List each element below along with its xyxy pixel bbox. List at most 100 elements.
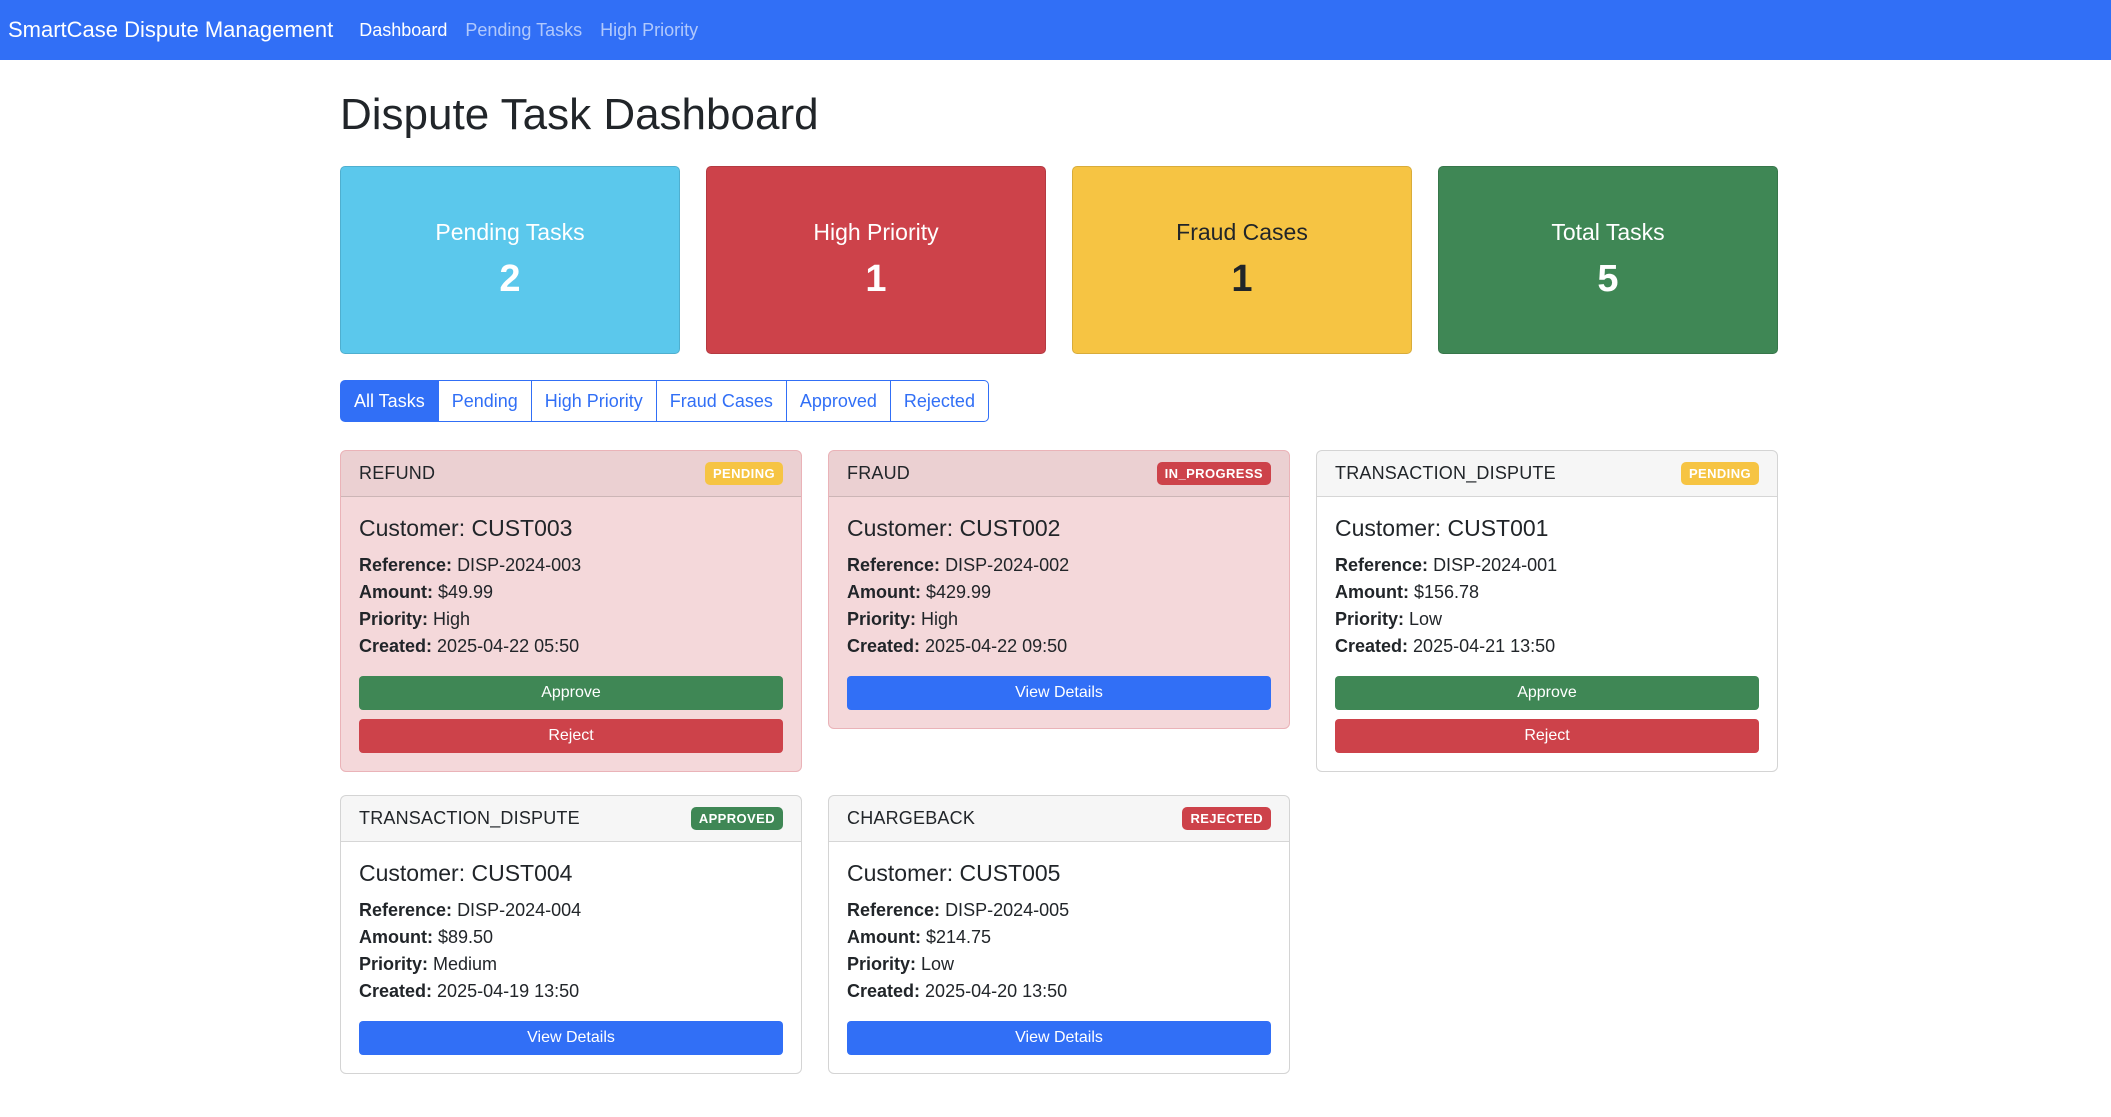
amount-field: Amount: $156.78 bbox=[1335, 579, 1759, 606]
customer-id: CUST003 bbox=[471, 515, 573, 541]
reference-field: Reference: DISP-2024-005 bbox=[847, 897, 1271, 924]
priority-label: Priority: bbox=[1335, 609, 1405, 629]
reference-field: Reference: DISP-2024-004 bbox=[359, 897, 783, 924]
task-type: TRANSACTION_DISPUTE bbox=[359, 808, 580, 828]
reference-value: DISP-2024-001 bbox=[1433, 555, 1558, 575]
filter-all-tasks[interactable]: All Tasks bbox=[340, 380, 439, 422]
priority-field: Priority: High bbox=[359, 606, 783, 633]
task-card-header: CHARGEBACK REJECTED bbox=[829, 796, 1289, 842]
reference-value: DISP-2024-005 bbox=[945, 900, 1070, 920]
amount-field: Amount: $49.99 bbox=[359, 579, 783, 606]
stat-card-fraud: Fraud Cases 1 bbox=[1072, 166, 1412, 354]
approve-button[interactable]: Approve bbox=[359, 676, 783, 710]
customer-id: CUST005 bbox=[959, 860, 1061, 886]
reference-label: Reference: bbox=[847, 555, 941, 575]
created-field: Created: 2025-04-21 13:50 bbox=[1335, 633, 1759, 660]
amount-field: Amount: $89.50 bbox=[359, 924, 783, 951]
customer-id: CUST004 bbox=[471, 860, 573, 886]
task-actions: View Details bbox=[847, 1021, 1271, 1055]
priority-field: Priority: High bbox=[847, 606, 1271, 633]
task-card: TRANSACTION_DISPUTE APPROVED Customer: C… bbox=[340, 795, 802, 1074]
stat-label: Total Tasks bbox=[1551, 219, 1665, 245]
stat-card-pending: Pending Tasks 2 bbox=[340, 166, 680, 354]
amount-label: Amount: bbox=[359, 927, 433, 947]
reference-label: Reference: bbox=[359, 555, 453, 575]
task-type: FRAUD bbox=[847, 463, 910, 483]
amount-field: Amount: $429.99 bbox=[847, 579, 1271, 606]
navbar: SmartCase Dispute Management Dashboard P… bbox=[0, 0, 2111, 60]
view-details-button[interactable]: View Details bbox=[847, 676, 1271, 710]
amount-label: Amount: bbox=[359, 582, 433, 602]
navbar-brand[interactable]: SmartCase Dispute Management bbox=[8, 17, 333, 43]
priority-field: Priority: Medium bbox=[359, 951, 783, 978]
task-actions: View Details bbox=[847, 676, 1271, 710]
filter-rejected[interactable]: Rejected bbox=[889, 380, 989, 422]
priority-value: Medium bbox=[433, 954, 498, 974]
created-field: Created: 2025-04-22 09:50 bbox=[847, 633, 1271, 660]
priority-value: High bbox=[433, 609, 471, 629]
amount-value: $429.99 bbox=[926, 582, 992, 602]
nav-link-high-priority[interactable]: High Priority bbox=[600, 20, 698, 41]
reject-button[interactable]: Reject bbox=[1335, 719, 1759, 753]
priority-label: Priority: bbox=[359, 609, 429, 629]
reference-field: Reference: DISP-2024-003 bbox=[359, 552, 783, 579]
stats-row: Pending Tasks 2 High Priority 1 Fraud Ca… bbox=[340, 166, 1780, 354]
task-card-body: Customer: CUST003 Reference: DISP-2024-0… bbox=[341, 497, 801, 771]
filter-fraud-cases[interactable]: Fraud Cases bbox=[655, 380, 787, 422]
created-label: Created: bbox=[847, 636, 921, 656]
task-card-header: TRANSACTION_DISPUTE APPROVED bbox=[341, 796, 801, 842]
nav-link-dashboard[interactable]: Dashboard bbox=[359, 20, 447, 41]
task-card-body: Customer: CUST001 Reference: DISP-2024-0… bbox=[1317, 497, 1777, 771]
amount-label: Amount: bbox=[1335, 582, 1409, 602]
task-card: TRANSACTION_DISPUTE PENDING Customer: CU… bbox=[1316, 450, 1778, 772]
filter-pending[interactable]: Pending bbox=[437, 380, 532, 422]
approve-button[interactable]: Approve bbox=[1335, 676, 1759, 710]
customer-prefix: Customer: bbox=[1335, 515, 1448, 541]
status-badge: PENDING bbox=[704, 462, 783, 485]
customer-id: CUST002 bbox=[959, 515, 1061, 541]
priority-value: Low bbox=[921, 954, 955, 974]
filter-approved[interactable]: Approved bbox=[785, 380, 891, 422]
filter-high-priority[interactable]: High Priority bbox=[530, 380, 657, 422]
reject-button[interactable]: Reject bbox=[359, 719, 783, 753]
reference-field: Reference: DISP-2024-002 bbox=[847, 552, 1271, 579]
created-label: Created: bbox=[847, 981, 921, 1001]
nav-link-pending-tasks[interactable]: Pending Tasks bbox=[465, 20, 582, 41]
created-label: Created: bbox=[1335, 636, 1409, 656]
priority-value: High bbox=[921, 609, 959, 629]
reference-label: Reference: bbox=[847, 900, 941, 920]
customer-title: Customer: CUST002 bbox=[847, 515, 1271, 542]
priority-label: Priority: bbox=[359, 954, 429, 974]
task-actions: View Details bbox=[359, 1021, 783, 1055]
status-badge: IN_PROGRESS bbox=[1156, 462, 1271, 485]
filter-button-group: All Tasks Pending High Priority Fraud Ca… bbox=[340, 380, 1780, 422]
created-label: Created: bbox=[359, 981, 433, 1001]
task-card: FRAUD IN_PROGRESS Customer: CUST002 Refe… bbox=[828, 450, 1290, 729]
view-details-button[interactable]: View Details bbox=[847, 1021, 1271, 1055]
priority-field: Priority: Low bbox=[1335, 606, 1759, 633]
task-card-header: FRAUD IN_PROGRESS bbox=[829, 451, 1289, 497]
amount-value: $49.99 bbox=[438, 582, 494, 602]
task-type: TRANSACTION_DISPUTE bbox=[1335, 463, 1556, 483]
reference-value: DISP-2024-003 bbox=[457, 555, 582, 575]
priority-value: Low bbox=[1409, 609, 1443, 629]
amount-label: Amount: bbox=[847, 582, 921, 602]
reference-value: DISP-2024-004 bbox=[457, 900, 582, 920]
task-type: REFUND bbox=[359, 463, 436, 483]
view-details-button[interactable]: View Details bbox=[359, 1021, 783, 1055]
stat-label: Fraud Cases bbox=[1176, 219, 1308, 245]
task-card-body: Customer: CUST002 Reference: DISP-2024-0… bbox=[829, 497, 1289, 728]
customer-prefix: Customer: bbox=[847, 860, 960, 886]
customer-title: Customer: CUST001 bbox=[1335, 515, 1759, 542]
created-label: Created: bbox=[359, 636, 433, 656]
task-card-header: TRANSACTION_DISPUTE PENDING bbox=[1317, 451, 1777, 497]
created-field: Created: 2025-04-20 13:50 bbox=[847, 978, 1271, 1005]
amount-field: Amount: $214.75 bbox=[847, 924, 1271, 951]
status-badge: REJECTED bbox=[1182, 807, 1271, 830]
stat-label: High Priority bbox=[813, 219, 939, 245]
task-card-body: Customer: CUST005 Reference: DISP-2024-0… bbox=[829, 842, 1289, 1073]
task-actions: Approve Reject bbox=[1335, 676, 1759, 753]
reference-label: Reference: bbox=[1335, 555, 1429, 575]
created-field: Created: 2025-04-22 05:50 bbox=[359, 633, 783, 660]
created-value: 2025-04-22 05:50 bbox=[437, 636, 580, 656]
